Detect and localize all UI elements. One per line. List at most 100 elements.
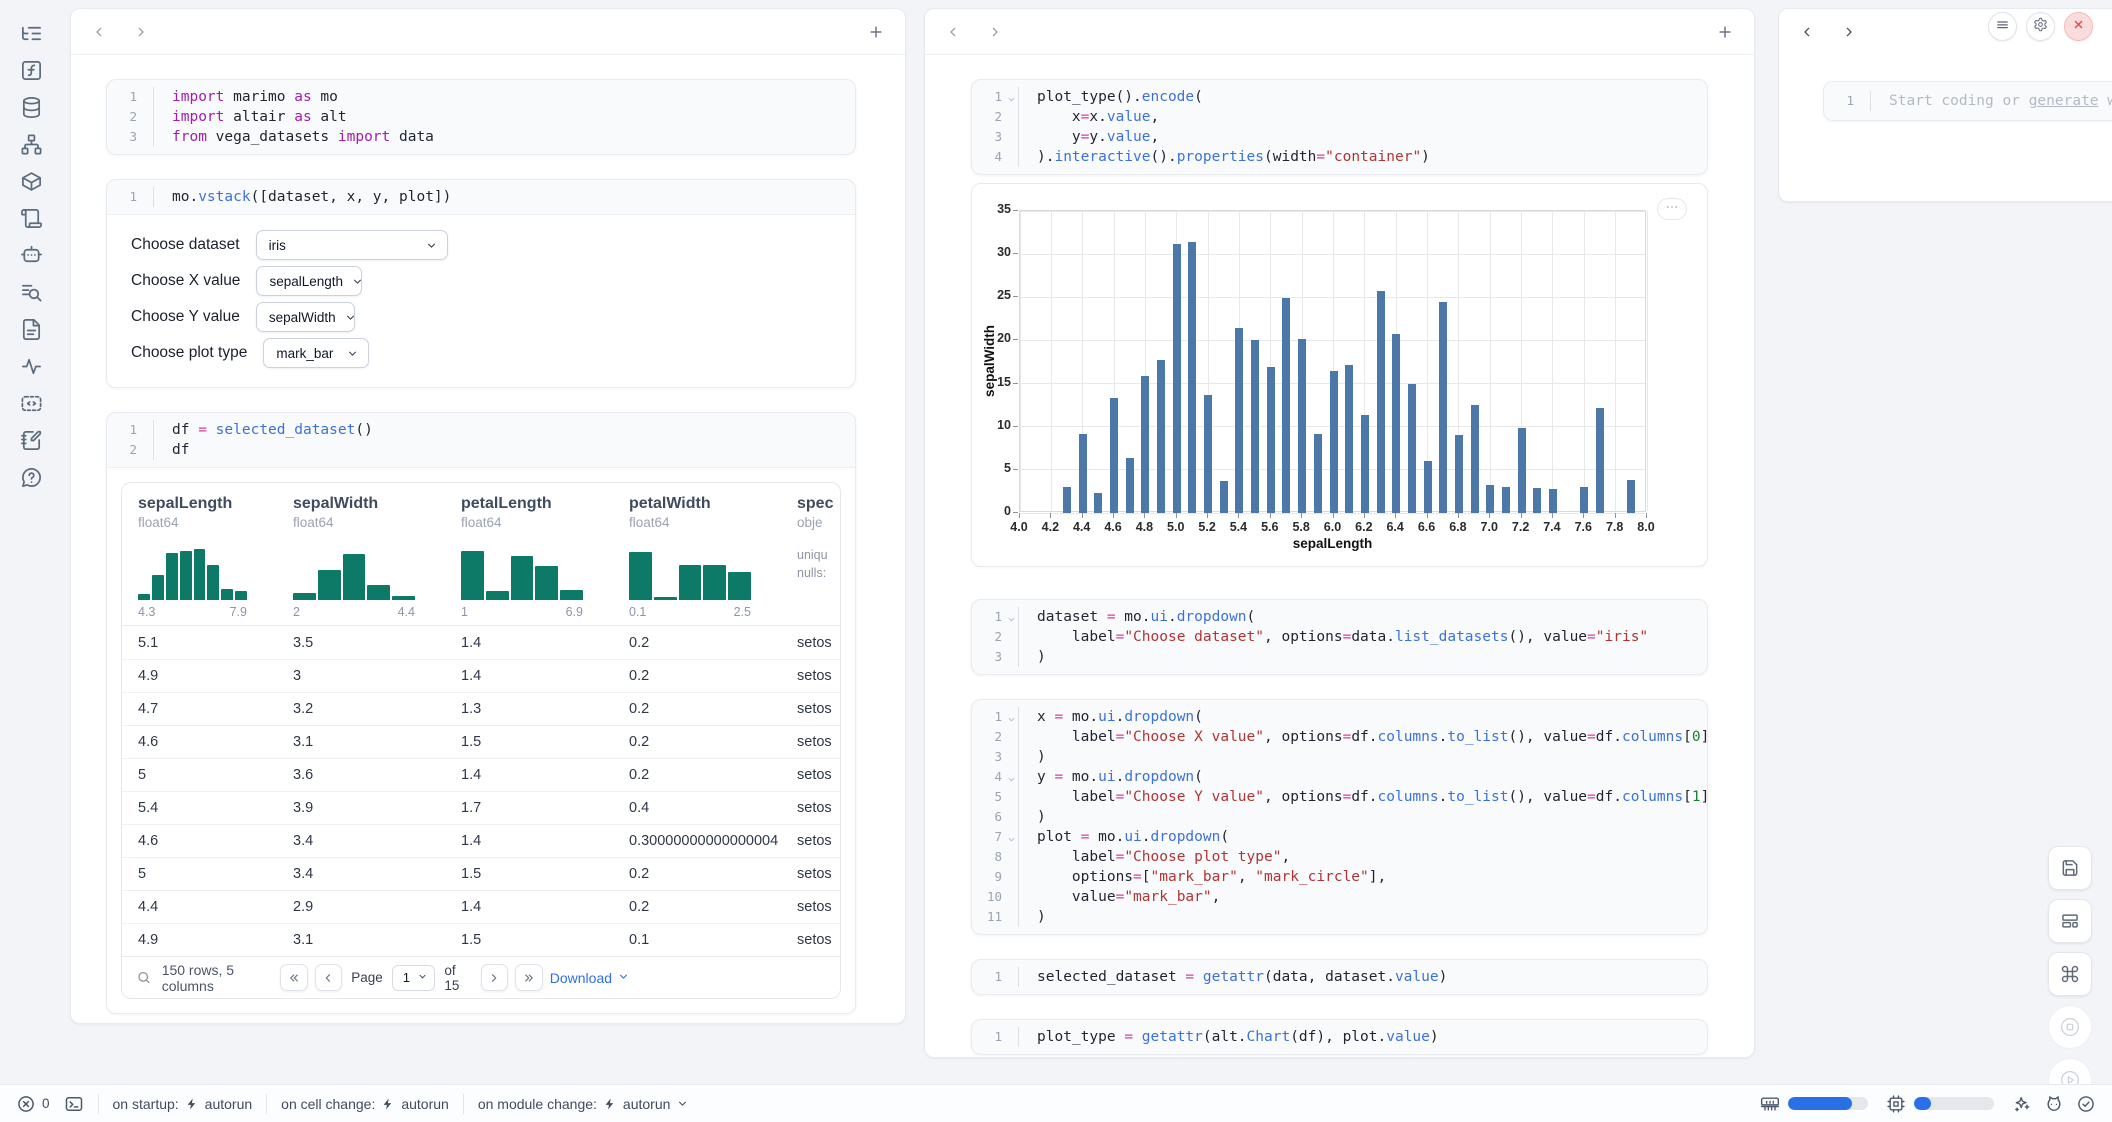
code-line: 1plot_type = getattr(alt.Chart(df), plot… [972, 1027, 1707, 1047]
fold-caret-icon[interactable] [1006, 831, 1017, 842]
menu-icon [1995, 17, 2010, 37]
expand-right-icon[interactable] [1841, 24, 1857, 40]
bar [1361, 415, 1369, 513]
bar [1282, 298, 1290, 513]
fold-caret-icon[interactable] [1006, 711, 1017, 722]
bar [1408, 384, 1416, 513]
bar [1173, 244, 1181, 513]
collapse-left-icon[interactable] [1799, 24, 1815, 40]
dependency-graph-icon[interactable] [20, 133, 43, 156]
help-icon[interactable] [20, 466, 43, 489]
bar [1141, 376, 1149, 513]
cpu-meter [1914, 1097, 1994, 1110]
code-line: 1selected_dataset = getattr(data, datase… [972, 967, 1707, 987]
table-column-header[interactable]: specobjeuniqunulls: [781, 483, 840, 625]
dropdown-select[interactable]: sepalWidth [256, 302, 355, 332]
package-icon[interactable] [20, 170, 43, 193]
bar [1518, 428, 1526, 513]
snippets-icon[interactable] [20, 392, 43, 415]
lightning-icon [381, 1097, 395, 1111]
menu-button[interactable] [1988, 12, 2017, 41]
fold-caret-icon[interactable] [1006, 91, 1017, 102]
settings-button[interactable] [2026, 12, 2055, 41]
logs-icon[interactable] [20, 281, 43, 304]
fold-caret-icon[interactable] [1006, 771, 1017, 782]
dropdown-select[interactable]: iris [256, 230, 448, 260]
column-histogram [629, 538, 751, 600]
first-page-button[interactable] [280, 964, 308, 991]
chat-bot-icon[interactable] [20, 244, 43, 267]
bar [1486, 485, 1494, 513]
code-editor[interactable]: 1selected_dataset = getattr(data, datase… [972, 960, 1707, 994]
file-tree-icon[interactable] [20, 22, 43, 45]
cell-plot: 1plot_type().encode(2 x=x.value,3 y=y.va… [971, 79, 1708, 175]
code-line: 1plot_type().encode( [972, 87, 1707, 107]
bar [1627, 480, 1635, 513]
scratchpad-icon[interactable] [20, 429, 43, 452]
expand-right-icon[interactable] [987, 24, 1003, 40]
next-page-button[interactable] [481, 964, 509, 991]
column-histogram [293, 538, 415, 600]
bar [1345, 365, 1353, 513]
code-placeholder-input[interactable]: Start coding or generate with [1871, 91, 2112, 111]
code-editor[interactable]: 1dataset = mo.ui.dropdown(2 label="Choos… [972, 600, 1707, 674]
status-check-icon[interactable] [2076, 1094, 2096, 1114]
collapse-left-icon[interactable] [91, 24, 107, 40]
function-square-icon[interactable] [20, 59, 43, 82]
table-column-header[interactable]: petalLengthfloat6416.9 [445, 483, 613, 625]
errors-indicator[interactable] [16, 1094, 36, 1114]
prev-page-button[interactable] [315, 964, 343, 991]
table-column-header[interactable]: sepalWidthfloat6424.4 [277, 483, 445, 625]
close-button[interactable] [2064, 12, 2093, 41]
code-line: 5 label="Choose Y value", options=df.col… [972, 787, 1707, 807]
code-editor[interactable]: 1x = mo.ui.dropdown(2 label="Choose X va… [972, 700, 1707, 934]
code-editor[interactable]: 1plot_type().encode(2 x=x.value,3 y=y.va… [972, 80, 1707, 174]
documentation-icon[interactable] [20, 318, 43, 341]
table-column-header[interactable]: petalWidthfloat640.12.5 [613, 483, 781, 625]
sparkles-icon[interactable] [2012, 1094, 2032, 1114]
database-icon[interactable] [20, 96, 43, 119]
script-icon[interactable] [20, 207, 43, 230]
window-controls [1988, 12, 2093, 41]
code-editor[interactable]: 1mo.vstack([dataset, x, y, plot]) [107, 180, 855, 214]
collapse-left-icon[interactable] [945, 24, 961, 40]
bar [1267, 367, 1275, 513]
form-row: Choose plot typemark_bar [131, 335, 855, 371]
code-line: 2 x=x.value, [972, 107, 1707, 127]
chart-actions-button[interactable] [1657, 198, 1687, 220]
layout-grid-button[interactable] [2048, 899, 2092, 943]
autorun-toggle[interactable]: on startup:autorun [113, 1096, 253, 1112]
page-count-label: of 15 [444, 963, 471, 993]
page-select[interactable]: 1 [392, 965, 436, 991]
expand-right-icon[interactable] [133, 24, 149, 40]
fold-caret-icon[interactable] [1006, 611, 1017, 622]
bar [1126, 458, 1134, 513]
bar [1220, 481, 1228, 513]
last-page-button[interactable] [515, 964, 543, 991]
terminal-button[interactable] [64, 1094, 84, 1114]
code-editor[interactable]: 1df = selected_dataset()2df [107, 413, 855, 467]
save-button[interactable] [2048, 846, 2092, 890]
download-button[interactable]: Download [550, 970, 630, 986]
autorun-toggle[interactable]: on module change:autorun [478, 1096, 690, 1112]
command-button[interactable] [2048, 952, 2092, 996]
dropdown-select[interactable]: mark_bar [263, 338, 369, 368]
chevron-down-icon [344, 311, 357, 324]
page-label: Page [351, 970, 383, 985]
cpu-icon [1886, 1094, 1906, 1114]
tracing-icon[interactable] [20, 355, 43, 378]
copilot-icon[interactable] [2044, 1094, 2064, 1114]
cell-vstack: 1mo.vstack([dataset, x, y, plot]) Choose… [106, 179, 856, 388]
code-line: 11) [972, 907, 1707, 927]
autorun-toggle[interactable]: on cell change:autorun [281, 1096, 449, 1112]
add-cell-button[interactable] [1716, 23, 1734, 41]
dropdown-select[interactable]: sepalLength [256, 266, 362, 296]
stop-circle-button[interactable] [2048, 1005, 2092, 1049]
code-editor[interactable]: 1plot_type = getattr(alt.Chart(df), plot… [972, 1020, 1707, 1054]
table-column-header[interactable]: sepalLengthfloat644.37.9 [122, 483, 277, 625]
code-line: 1x = mo.ui.dropdown( [972, 707, 1707, 727]
code-editor[interactable]: 1import marimo as mo2import altair as al… [107, 80, 855, 154]
code-line: 3from vega_datasets import data [107, 127, 855, 147]
add-cell-button[interactable] [867, 23, 885, 41]
search-icon[interactable] [136, 969, 152, 986]
